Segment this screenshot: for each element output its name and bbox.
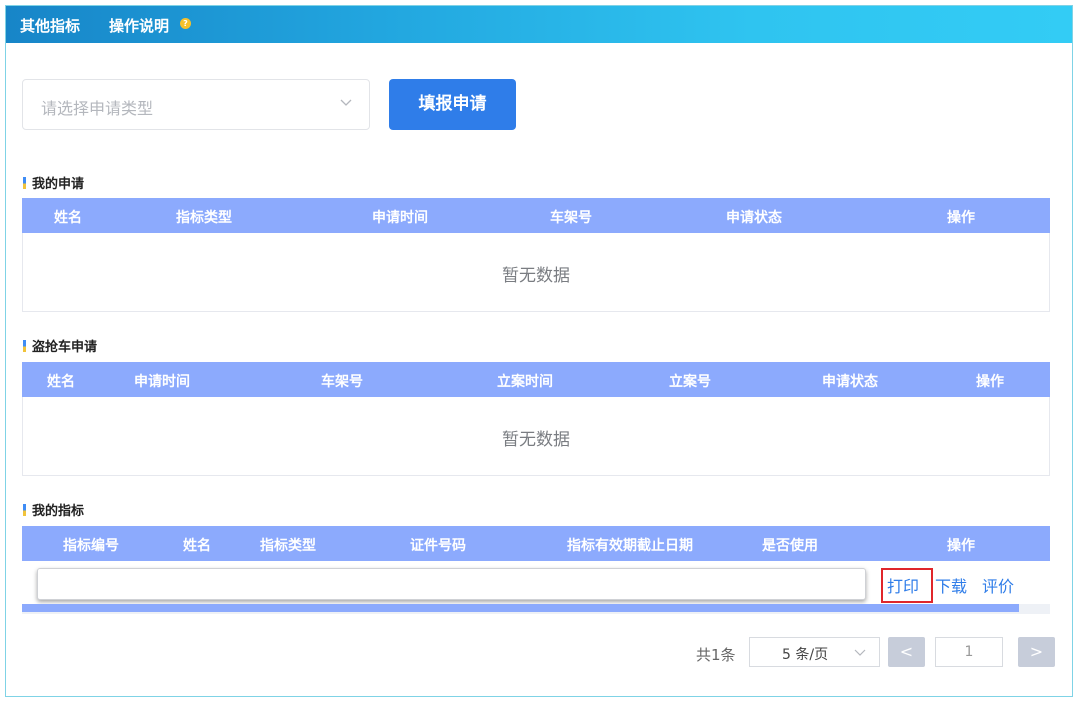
col-case-number: 立案号 [669,374,711,390]
col-vin: 车架号 [550,210,592,226]
download-link[interactable]: 下载 [935,573,967,597]
chevron-down-icon [340,99,352,106]
indicator-row-detail [37,568,866,600]
my-indicators-header: 指标编号 姓名 指标类型 证件号码 指标有效期截止日期 是否使用 操作 [22,526,1050,561]
section-marker [23,504,26,516]
col-indicator-type: 指标类型 [176,210,232,226]
section-title-my-applications: 我的申请 [23,173,84,192]
col-used: 是否使用 [762,538,818,554]
my-applications-header: 姓名 指标类型 申请时间 车架号 申请状态 操作 [22,198,1050,233]
col-filing-time: 立案时间 [497,374,553,390]
horizontal-scrollbar[interactable] [22,604,1050,614]
section-title-my-indicators: 我的指标 [23,500,84,519]
col-apply-time: 申请时间 [372,210,428,226]
page-number-input[interactable]: 1 [935,637,1003,667]
col-actions: 操作 [947,538,975,554]
page-size-select[interactable]: 5 条/页 [749,637,880,667]
col-actions: 操作 [976,374,1004,390]
header-bar: 其他指标 操作说明 ? [6,6,1072,43]
print-highlight-box [881,568,933,603]
my-applications-body: 暂无数据 [22,233,1050,312]
submit-application-button[interactable]: 填报申请 [389,79,516,130]
rate-link[interactable]: 评价 [982,573,1014,597]
empty-state: 暂无数据 [502,266,570,286]
theft-applications-body: 暂无数据 [22,397,1050,476]
page-title: 其他指标 [20,17,81,35]
col-name: 姓名 [54,210,82,226]
application-type-select[interactable]: 请选择申请类型 [22,79,370,130]
col-expiry-date: 指标有效期截止日期 [567,538,693,554]
prev-page-button[interactable]: < [888,637,925,667]
page-size-label: 5 条/页 [782,647,829,663]
col-indicator-number: 指标编号 [63,538,119,554]
empty-state: 暂无数据 [502,430,570,450]
theft-applications-header: 姓名 申请时间 车架号 立案时间 立案号 申请状态 操作 [22,362,1050,397]
main-panel: 其他指标 操作说明 ? 请选择申请类型 填报申请 我的申请 姓名 指标类型 申请… [5,5,1073,697]
col-id-number: 证件号码 [410,538,466,554]
section-title-theft-applications: 盗抢车申请 [23,336,97,355]
col-name: 姓名 [183,538,211,554]
chevron-right-icon: > [1029,642,1044,661]
next-page-button[interactable]: > [1018,637,1055,667]
help-icon[interactable]: ? [180,18,191,29]
col-indicator-type: 指标类型 [260,538,316,554]
col-name: 姓名 [47,374,75,390]
help-link[interactable]: 操作说明 [109,15,169,36]
section-marker [23,340,26,352]
chevron-down-icon [854,649,866,656]
col-status: 申请状态 [822,374,878,390]
chevron-left-icon: < [899,642,914,661]
application-type-placeholder: 请选择申请类型 [41,99,154,118]
scrollbar-thumb[interactable] [22,604,1019,612]
col-apply-time: 申请时间 [134,374,190,390]
pagination-total: 共1条 [696,646,736,664]
section-marker [23,177,26,189]
col-status: 申请状态 [726,210,782,226]
col-vin: 车架号 [321,374,363,390]
col-actions: 操作 [947,210,975,226]
